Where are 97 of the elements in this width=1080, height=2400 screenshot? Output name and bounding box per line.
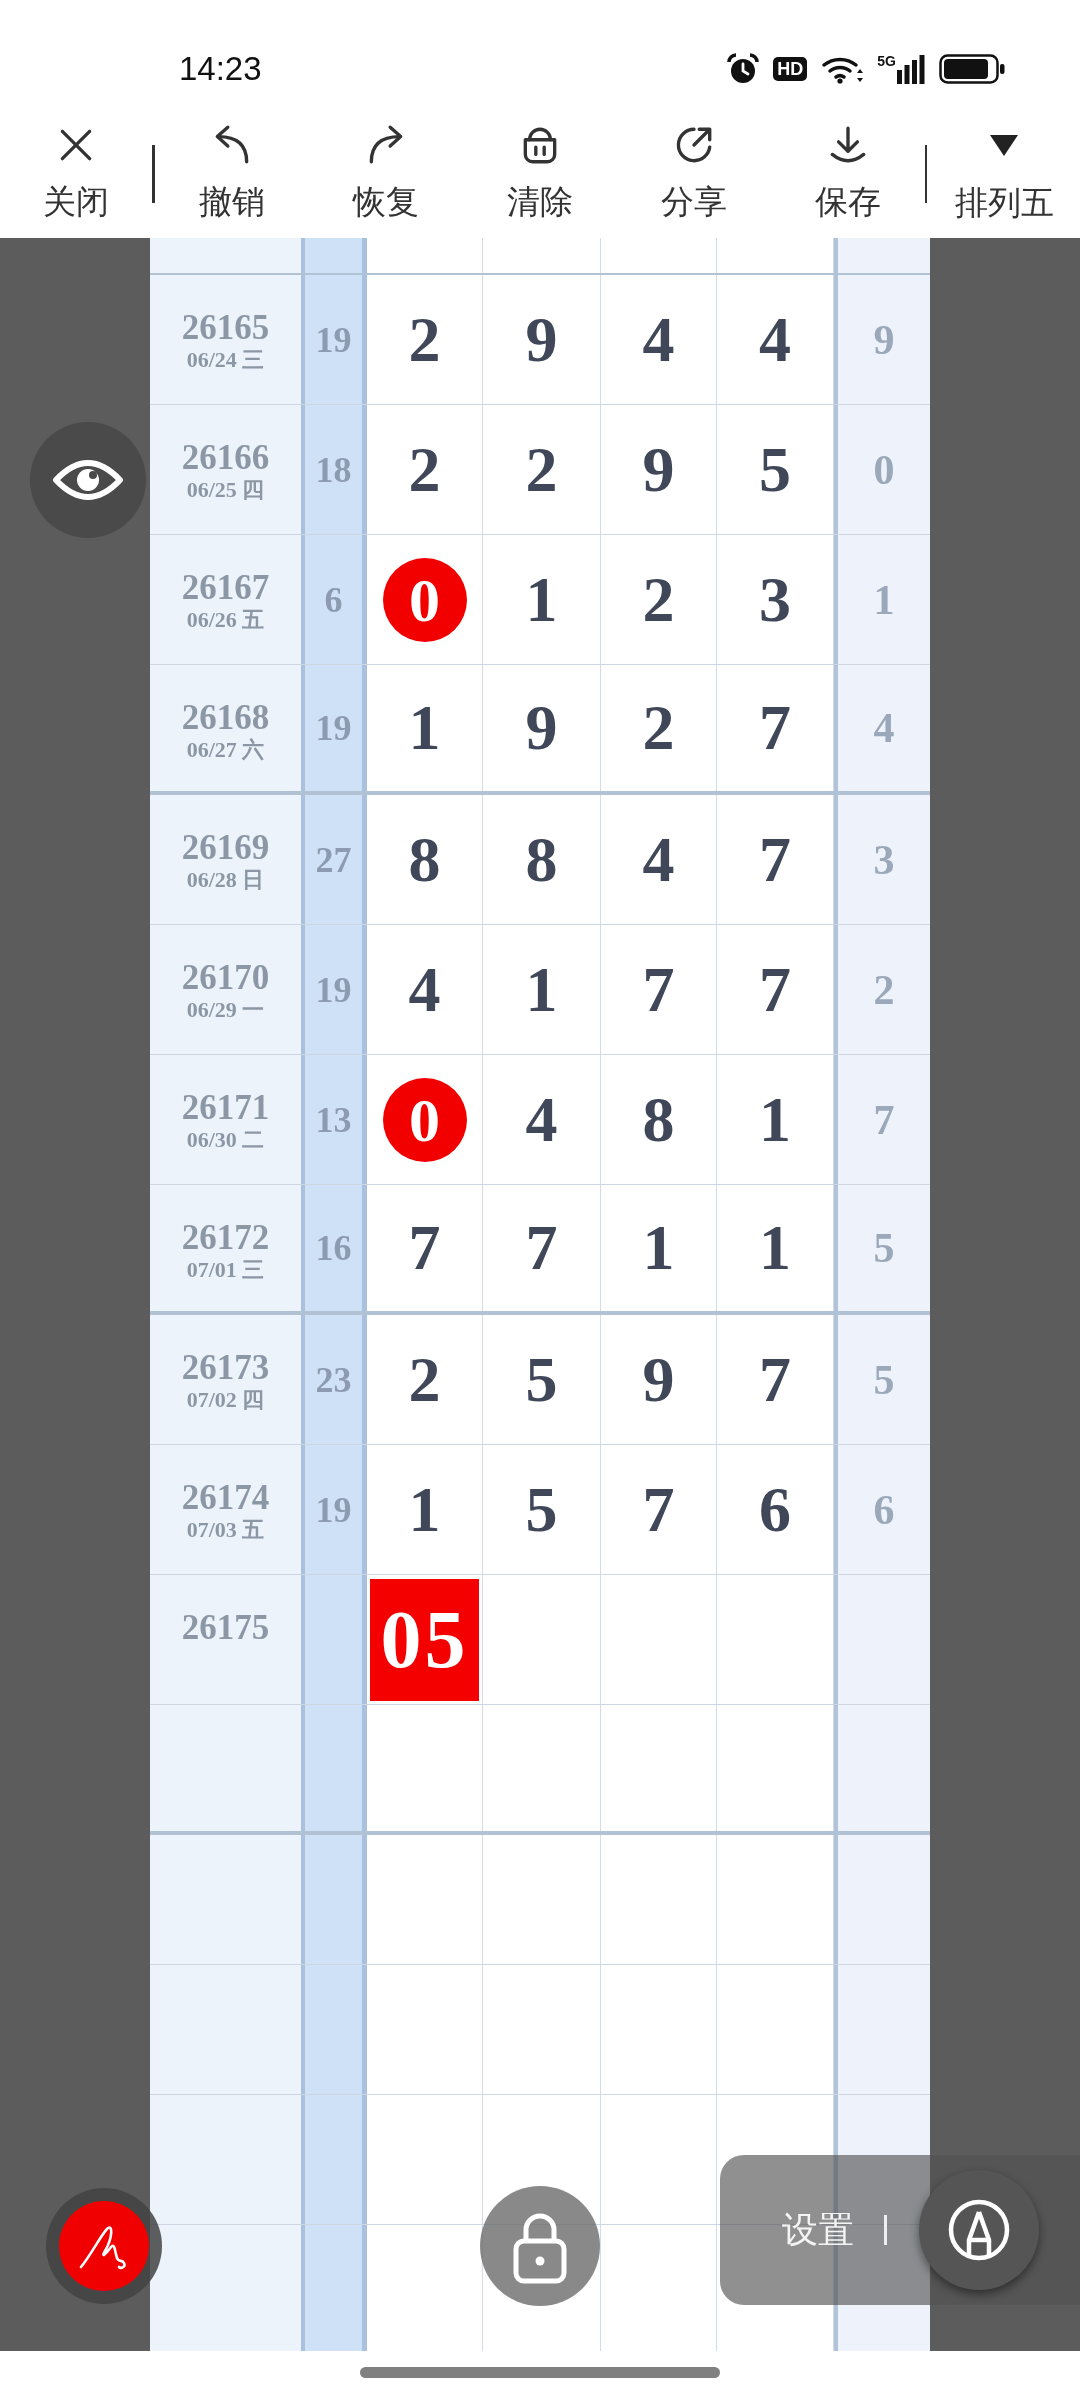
draw-date: 06/24 三 (186, 346, 265, 374)
table-cell: 7 (717, 665, 834, 791)
hd-badge: HD (773, 57, 808, 81)
table-cell: 18 (301, 405, 367, 534)
number-tile: 05 (370, 1578, 479, 1701)
table-cell: 7 (367, 1185, 483, 1311)
table-cell: 16 (301, 1185, 367, 1311)
issue-number: 26170 (181, 960, 270, 996)
table-cell: 7 (483, 1185, 601, 1311)
draw-date: 06/28 日 (186, 866, 265, 894)
share-button[interactable]: 分享 (660, 123, 727, 222)
table-cell: 9 (834, 275, 930, 404)
table-cell: 4 (601, 795, 717, 924)
table-cell: 4 (483, 1055, 601, 1184)
battery-icon (939, 54, 1005, 84)
table-cell: 0 (834, 405, 930, 534)
issue-number: 26172 (181, 1220, 270, 1256)
caret-down-icon (989, 133, 1019, 157)
table-cell: 8 (601, 1055, 717, 1184)
table-cell: 1 (367, 1445, 483, 1574)
table-cell: 2 (601, 665, 717, 791)
table-cell: 1 (483, 925, 601, 1054)
table-cell: 1 (834, 535, 930, 664)
alarm-clock-icon (727, 53, 760, 85)
redo-button[interactable]: 恢复 (352, 123, 419, 222)
save-button[interactable]: 保存 (814, 123, 881, 222)
table-cell: 2 (367, 275, 483, 404)
network-type-label: 5G (877, 54, 896, 68)
table-cell: 2 (601, 535, 717, 664)
issue-number: 26167 (181, 570, 270, 606)
draw-date: 06/26 五 (186, 606, 265, 634)
pen-nib-icon (947, 2198, 1011, 2262)
close-button[interactable]: 关闭 (43, 123, 109, 222)
lottery-type-dropdown[interactable]: 排列五 (954, 133, 1054, 223)
draw-date: 06/27 六 (186, 736, 265, 764)
table-cell: 1 (601, 1185, 717, 1311)
issue-number: 26166 (181, 440, 270, 476)
table-cell: 3 (834, 795, 930, 924)
table-cell: 7 (601, 925, 717, 1054)
table-cell: 8 (483, 795, 601, 924)
table-cell: 7 (834, 1055, 930, 1184)
circled-digit: 0 (382, 1077, 467, 1162)
draw-date: 06/25 四 (186, 476, 265, 504)
table-cell: 19 (301, 1445, 367, 1574)
table-cell: 19 (301, 275, 367, 404)
draw-date: 07/02 四 (186, 1386, 265, 1414)
table-cell: 5 (717, 405, 834, 534)
table-cell: 8 (367, 795, 483, 924)
issue-number: 26173 (181, 1350, 270, 1386)
table-cell: 1 (717, 1055, 834, 1184)
table-cell: 5 (834, 1315, 930, 1444)
issue-number: 26169 (181, 830, 270, 866)
table-cell: 9 (483, 665, 601, 791)
table-cell: 3 (717, 535, 834, 664)
issue-number: 26165 (181, 310, 270, 346)
issue-number: 26171 (181, 1090, 270, 1126)
draw-date: 07/01 三 (186, 1256, 265, 1284)
draw-date: 06/29 一 (186, 996, 265, 1024)
table-cell: 1 (717, 1185, 834, 1311)
table-cell: 4 (834, 665, 930, 791)
table-cell: 6 (834, 1445, 930, 1574)
table-cell: 7 (717, 925, 834, 1054)
issue-number: 26174 (181, 1480, 270, 1516)
table-cell: 7 (601, 1445, 717, 1574)
status-time: 14:23 (179, 49, 262, 89)
table-cell: 2 (483, 405, 601, 534)
signal-icon (897, 54, 925, 84)
table-cell: 4 (367, 925, 483, 1054)
undo-button[interactable]: 撤销 (198, 123, 265, 222)
table-cell: 7 (717, 795, 834, 924)
circled-digit: 0 (382, 557, 467, 642)
table-cell: 19 (301, 665, 367, 791)
table-cell: 27 (301, 795, 367, 924)
table-cell: 2 (367, 405, 483, 534)
table-cell: 19 (301, 925, 367, 1054)
table-cell: 23 (301, 1315, 367, 1444)
table-cell: 13 (301, 1055, 367, 1184)
issue-number: 26168 (181, 700, 270, 736)
draw-date: 06/30 二 (186, 1126, 265, 1154)
draw-date: 07/03 五 (186, 1516, 265, 1544)
table-cell: 7 (717, 1315, 834, 1444)
table-cell: 5 (483, 1315, 601, 1444)
table-cell: 6 (301, 535, 367, 664)
table-cell: 9 (601, 1315, 717, 1444)
table-cell: 9 (483, 275, 601, 404)
table-cell: 4 (601, 275, 717, 404)
table-cell: 4 (717, 275, 834, 404)
issue-number: 26175 (181, 1610, 270, 1646)
table-cell: 1 (483, 535, 601, 664)
table-cell: 6 (717, 1445, 834, 1574)
table-cell: 5 (834, 1185, 930, 1311)
table-cell: 2 (367, 1315, 483, 1444)
clear-button[interactable]: 清除 (506, 123, 573, 222)
table-cell: 2 (834, 925, 930, 1054)
table-cell: 1 (367, 665, 483, 791)
table-cell: 9 (601, 405, 717, 534)
table-cell: 5 (483, 1445, 601, 1574)
